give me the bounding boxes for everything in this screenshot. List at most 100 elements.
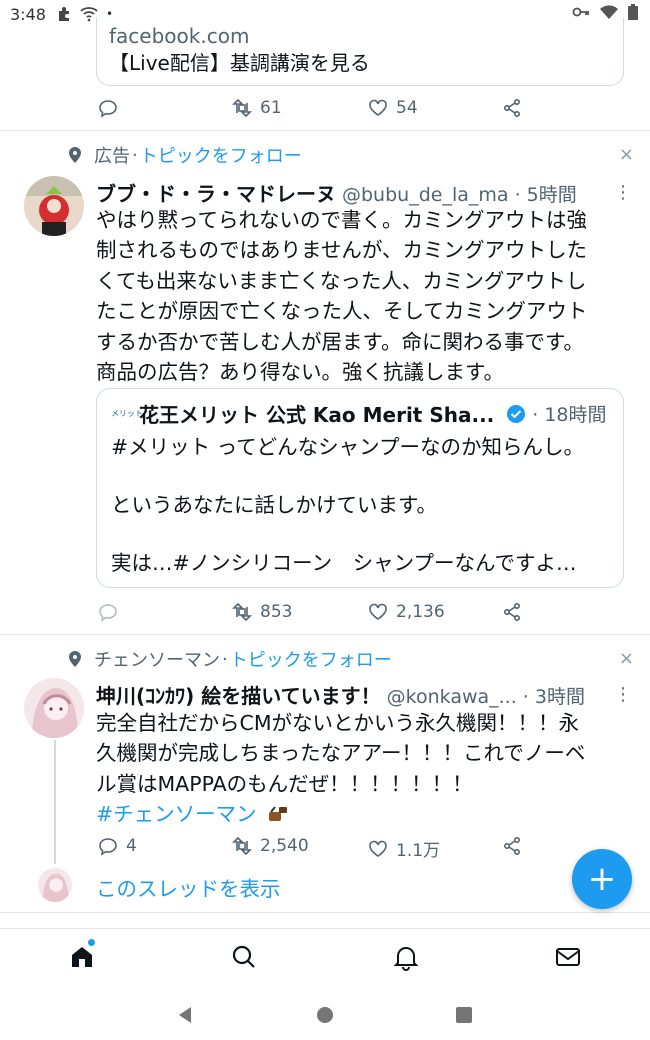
thread-line — [54, 740, 56, 864]
heart-icon — [369, 840, 387, 857]
plus-icon: + — [587, 859, 617, 899]
battery-icon — [628, 4, 638, 20]
hashtag-link[interactable]: #チェンソーマン — [96, 802, 257, 826]
author-handle-time: @bubu_de_la_ma · 5時間 — [342, 184, 577, 206]
context-separator: · — [132, 144, 138, 166]
retweet-icon — [232, 98, 252, 118]
wifi-icon — [600, 5, 618, 19]
share-button[interactable] — [502, 836, 522, 856]
quoted-author-name: 花王メリット 公式 Kao Merit Sha... — [139, 403, 495, 427]
share-icon — [503, 98, 521, 118]
search-icon — [232, 945, 255, 968]
reply-button[interactable]: 4 — [98, 836, 137, 856]
heart-icon — [369, 603, 387, 620]
verified-badge-icon — [507, 404, 526, 423]
system-navigation-bar — [0, 986, 650, 1040]
reply-button[interactable] — [98, 98, 118, 118]
topic-label: チェンソーマン — [94, 650, 220, 671]
reply-icon — [99, 838, 117, 856]
dismiss-button[interactable]: × — [619, 648, 634, 669]
link-card[interactable]: facebook.com 【Live配信】基調講演を見る — [96, 18, 624, 86]
thread-avatar-image — [38, 868, 72, 902]
divider — [0, 130, 650, 131]
link-card-domain: facebook.com — [109, 24, 250, 48]
author-name[interactable]: ブブ・ド・ラ・マドレーヌ — [96, 178, 336, 207]
avatar[interactable] — [24, 678, 84, 738]
heart-icon — [369, 99, 387, 116]
reply-button[interactable] — [98, 602, 118, 622]
share-button[interactable] — [502, 98, 522, 118]
tweet-text-line: 完全自社だからCMがないとかいう永久機関！！！永 — [96, 711, 579, 735]
reply-icon — [99, 604, 117, 622]
like-count: 54 — [396, 98, 418, 118]
tweet-text-line: 制されるものではありませんが、カミングアウトした — [96, 238, 587, 263]
thread-avatar[interactable] — [38, 868, 72, 902]
avatar[interactable] — [24, 176, 84, 236]
home-tab[interactable] — [68, 939, 96, 971]
like-button[interactable]: 2,136 — [368, 602, 445, 622]
home-icon — [72, 947, 92, 967]
messages-tab[interactable] — [554, 943, 582, 971]
more-options-icon[interactable]: ⋮ — [614, 686, 632, 704]
retweet-button[interactable]: 2,540 — [232, 836, 309, 856]
promoted-label: 広告 — [94, 146, 130, 167]
bell-icon — [393, 947, 419, 971]
dismiss-button[interactable]: × — [619, 144, 634, 165]
quoted-text-line: #メリット ってどんなシャンプーなのか知らんし。 — [111, 435, 585, 459]
quoted-tweet[interactable]: メリット 花王メリット 公式 Kao Merit Sha... · 18時間 #… — [96, 388, 624, 588]
quoted-text-line — [111, 462, 609, 490]
avatar-image — [24, 678, 84, 738]
retweet-button[interactable]: 853 — [232, 602, 292, 622]
quoted-tweet-header: メリット 花王メリット 公式 Kao Merit Sha... · 18時間 — [111, 399, 609, 428]
quoted-text-line: 実は…#ノンシリコーン シャンプーなんですよ… — [111, 551, 577, 575]
retweet-count: 853 — [260, 602, 293, 622]
home-circle-icon[interactable] — [316, 1006, 334, 1024]
chainsaw-emoji-icon — [269, 806, 288, 822]
tweet-text: 完全自社だからCMがないとかいう永久機関！！！永 久機関が完成しちまったなアアー… — [96, 708, 632, 830]
more-options-icon[interactable]: ⋮ — [614, 184, 632, 202]
author-handle-time: @konkawa_... · 3時間 — [386, 686, 585, 708]
topic-pin-icon — [69, 147, 81, 163]
tweet-text-line: たことが原因で亡くなった人、そしてカミングアウト — [96, 299, 588, 324]
retweet-icon — [232, 836, 252, 856]
tweet1-header: ブブ・ド・ラ・マドレーヌ @bubu_de_la_ma · 5時間 — [96, 178, 577, 207]
quoted-time: · 18時間 — [532, 404, 607, 426]
follow-topic-link[interactable]: トピックをフォロー — [230, 646, 392, 672]
tweet-text-line: 商品の広告？あり得ない。強く抗議します。 — [96, 360, 504, 385]
mail-icon — [556, 948, 580, 966]
divider — [0, 634, 650, 635]
tweet1-context: 広告 · トピックをフォロー — [66, 142, 302, 168]
like-count: 2,136 — [396, 602, 445, 622]
bottom-navigation — [0, 928, 650, 986]
compose-tweet-button[interactable]: + — [572, 849, 632, 909]
quoted-avatar-logo: メリット — [111, 409, 143, 418]
author-name[interactable]: 坤川(ｺﾝｶﾜ) 絵を描いています！ — [96, 680, 381, 709]
like-button[interactable]: 54 — [368, 98, 418, 118]
notifications-tab[interactable] — [392, 943, 420, 971]
share-icon — [503, 602, 521, 622]
retweet-button[interactable]: 61 — [232, 98, 282, 118]
share-button[interactable] — [502, 602, 522, 622]
follow-topic-link[interactable]: トピックをフォロー — [140, 142, 302, 168]
reply-icon — [99, 100, 117, 118]
recents-icon[interactable] — [455, 1006, 473, 1024]
link-card-title: 【Live配信】基調講演を見る — [109, 51, 370, 75]
share-icon — [503, 836, 521, 856]
vpn-key-icon — [572, 7, 589, 17]
puzzle-icon — [58, 7, 69, 21]
quoted-text-line — [111, 520, 609, 548]
show-thread-link[interactable]: このスレッドを表示 — [96, 872, 281, 902]
tweet-text-line: するか否かで苦しむ人が居ます。命に関わる事です。 — [96, 329, 584, 354]
retweet-count: 2,540 — [260, 836, 309, 856]
tweet2-header: 坤川(ｺﾝｶﾜ) 絵を描いています！ @konkawa_... · 3時間 — [96, 680, 585, 709]
tweet-text-line: ル賞はMAPPAのもんだぜ！！！！！！！ — [96, 771, 473, 796]
tweet2-context: チェンソーマン · トピックをフォロー — [66, 646, 392, 672]
context-separator: · — [222, 648, 228, 670]
search-tab[interactable] — [230, 943, 258, 971]
hashtag-line: #チェンソーマン — [96, 799, 632, 829]
like-button[interactable]: 1.1万 — [368, 836, 440, 861]
back-icon[interactable] — [176, 1006, 194, 1024]
topic-pin-icon — [69, 651, 81, 667]
tweet-text-line: くても出来ないまま亡くなった人、カミングアウトし — [96, 268, 587, 293]
retweet-count: 61 — [260, 98, 282, 118]
